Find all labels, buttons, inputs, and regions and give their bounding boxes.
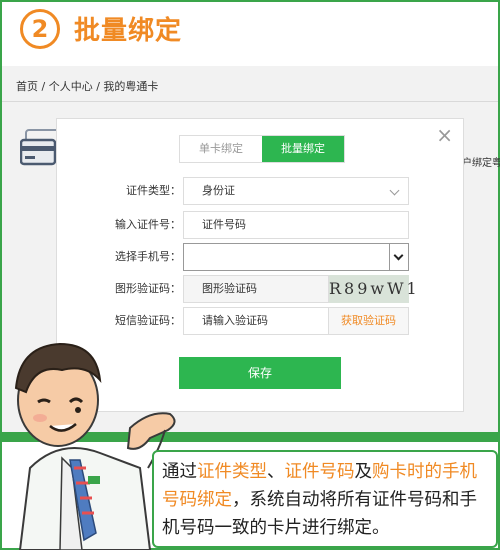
step-number-badge: 2 [20,9,60,49]
dropdown-arrow-icon[interactable] [389,244,408,270]
speech-bubble: 通过证件类型、证件号码及购卡时的手机号码绑定，系统自动将所有证件号码和手机号码一… [152,450,498,548]
breadcrumb: 首页 / 个人中心 / 我的粤通卡 [2,72,498,102]
tab-batch-bind[interactable]: 批量绑定 [262,136,344,162]
tab-bar: 单卡绑定 批量绑定 [179,135,345,163]
save-button[interactable]: 保存 [179,357,341,389]
header: 2 批量绑定 [2,2,498,50]
id-number-row: 输入证件号： 证件号码 [57,211,463,239]
captcha-image[interactable]: R89wW1 [329,275,417,303]
speech-text: 及 [354,462,373,482]
close-icon[interactable]: × [436,123,453,147]
speech-highlight-id-number: 证件号码 [284,462,355,482]
chevron-down-icon [389,185,400,196]
phone-label: 选择手机号： [115,250,181,263]
id-type-label: 证件类型： [126,184,181,197]
id-type-value: 身份证 [202,184,235,197]
step-title: 批量绑定 [74,16,183,46]
id-type-row: 证件类型： 身份证 [57,177,463,205]
get-code-button[interactable]: 获取验证码 [329,307,409,335]
phone-row: 选择手机号： [57,243,463,271]
captcha-row: 图形验证码： 图形验证码 R89wW1 [57,275,463,303]
sms-code-input[interactable]: 请输入验证码 [183,307,329,335]
speech-text: 、 [267,462,285,482]
side-text: 户绑定粤 [462,158,500,169]
speech-text: 通过 [162,462,197,482]
captcha-label: 图形验证码： [115,282,181,295]
id-number-input[interactable]: 证件号码 [183,211,409,239]
id-type-select[interactable]: 身份证 [183,177,409,205]
phone-select[interactable] [183,243,409,271]
id-number-label: 输入证件号： [115,218,181,231]
speech-highlight-id-type: 证件类型 [197,462,267,482]
captcha-input[interactable]: 图形验证码 [183,275,329,303]
tab-single-bind[interactable]: 单卡绑定 [180,136,262,162]
